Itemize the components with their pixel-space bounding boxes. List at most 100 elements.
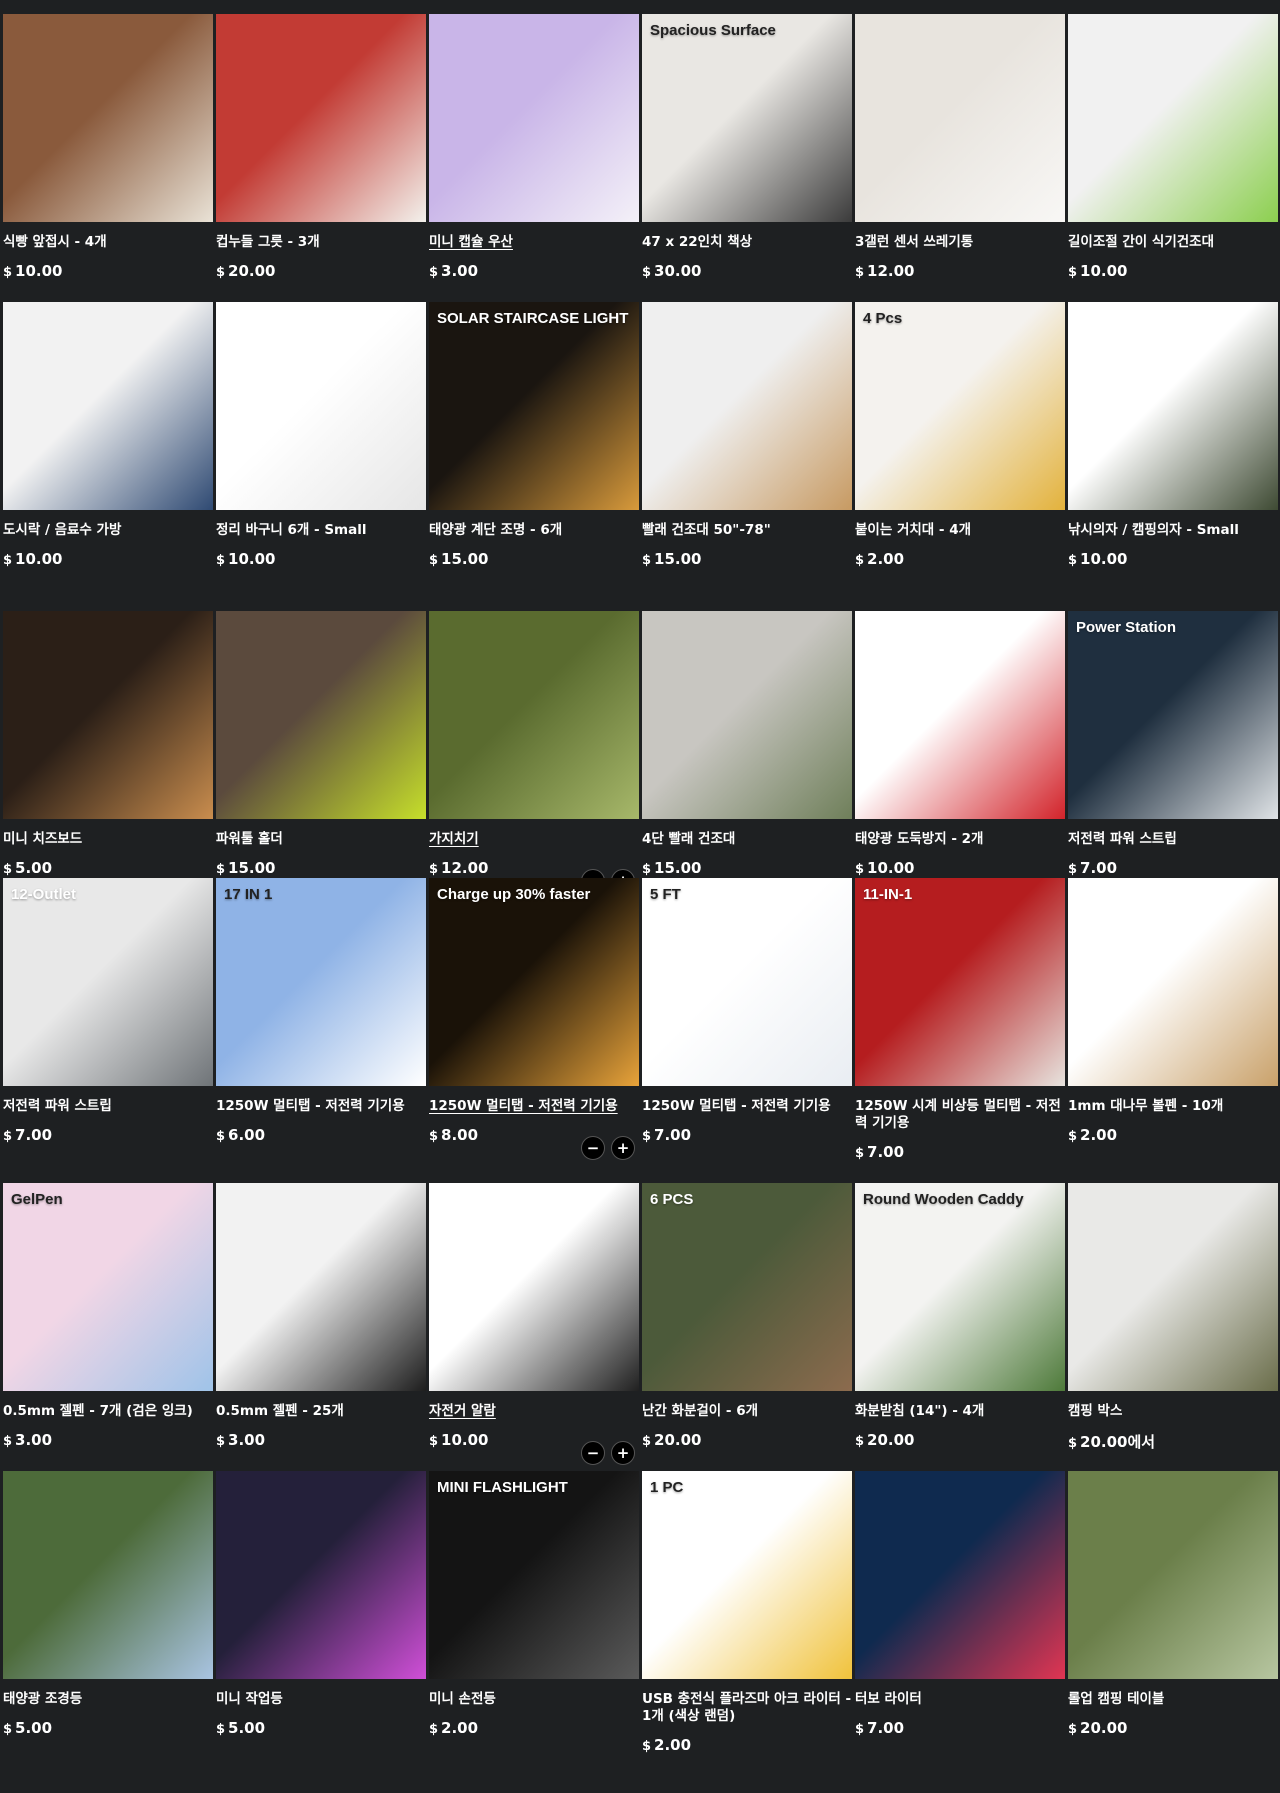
product-card[interactable]: 자전거 알람 $10.00 − +	[429, 1183, 639, 1465]
product-name[interactable]: 붙이는 거치대 - 4개	[855, 522, 1065, 539]
product-image[interactable]	[3, 14, 213, 222]
product-name[interactable]: 도시락 / 음료수 가방	[3, 522, 213, 539]
product-name[interactable]: 식빵 앞접시 - 4개	[3, 234, 213, 251]
plus-icon[interactable]: +	[611, 1136, 635, 1160]
product-card[interactable]: 5 FT 1250W 멀티탭 - 저전력 기기용 $7.00	[642, 878, 852, 1144]
product-image[interactable]	[3, 611, 213, 819]
product-name[interactable]: 1250W 멀티탭 - 저전력 기기용	[429, 1098, 639, 1115]
product-card[interactable]: 캠핑 박스 $20.00에서	[1068, 1183, 1278, 1452]
product-card[interactable]: 17 IN 1 1250W 멀티탭 - 저전력 기기용 $6.00	[216, 878, 426, 1144]
minus-icon[interactable]: −	[581, 1441, 605, 1465]
product-image[interactable]: 5 FT	[642, 878, 852, 1086]
product-name[interactable]: 캠핑 박스	[1068, 1403, 1278, 1420]
product-name[interactable]: 낚시의자 / 캠핑의자 - Small	[1068, 522, 1278, 539]
product-name[interactable]: 미니 치즈보드	[3, 831, 213, 848]
product-image[interactable]	[429, 14, 639, 222]
product-card[interactable]: 4 Pcs 붙이는 거치대 - 4개 $2.00	[855, 302, 1065, 568]
product-name[interactable]: 1250W 멀티탭 - 저전력 기기용	[642, 1098, 852, 1115]
product-name[interactable]: 47 x 22인치 책상	[642, 234, 852, 251]
product-name[interactable]: 4단 빨래 건조대	[642, 831, 852, 848]
product-name[interactable]: 태양광 조경등	[3, 1691, 213, 1708]
product-image[interactable]	[216, 302, 426, 510]
product-image[interactable]	[1068, 1471, 1278, 1679]
product-name[interactable]: 파워툴 홀더	[216, 831, 426, 848]
product-card[interactable]: 3갤런 센서 쓰레기통 $12.00	[855, 14, 1065, 280]
product-name[interactable]: 가지치기	[429, 831, 639, 848]
product-card[interactable]: 태양광 도둑방지 - 2개 $10.00	[855, 611, 1065, 877]
product-image[interactable]	[216, 1471, 426, 1679]
product-card[interactable]: Power Station 저전력 파워 스트립 $7.00	[1068, 611, 1278, 877]
product-image[interactable]: GelPen	[3, 1183, 213, 1391]
product-name[interactable]: 자전거 알람	[429, 1403, 639, 1420]
product-image[interactable]	[3, 1471, 213, 1679]
product-card[interactable]: 가지치기$12.00−+	[429, 611, 639, 893]
product-image[interactable]: 4 Pcs	[855, 302, 1065, 510]
product-card[interactable]: 12-Outlet 저전력 파워 스트립 $7.00	[3, 878, 213, 1144]
product-name[interactable]: 빨래 건조대 50"-78"	[642, 522, 852, 539]
product-image[interactable]: SOLAR STAIRCASE LIGHT	[429, 302, 639, 510]
product-name[interactable]: 3갤런 센서 쓰레기통	[855, 234, 1065, 251]
product-card[interactable]: Charge up 30% faster 1250W 멀티탭 - 저전력 기기용 $…	[429, 878, 639, 1160]
product-card[interactable]: 0.5mm 젤펜 - 25개 $3.00	[216, 1183, 426, 1449]
product-image[interactable]: 17 IN 1	[216, 878, 426, 1086]
product-card[interactable]: 태양광 조경등 $5.00	[3, 1471, 213, 1737]
product-card[interactable]: 6 PCS 난간 화분걸이 - 6개 $20.00	[642, 1183, 852, 1449]
product-image[interactable]: Round Wooden Caddy	[855, 1183, 1065, 1391]
product-name[interactable]: 1250W 시계 비상등 멀티탭 - 저전력 기기용	[855, 1098, 1065, 1132]
product-image[interactable]	[1068, 302, 1278, 510]
product-name[interactable]: 저전력 파워 스트립	[3, 1098, 213, 1115]
product-name[interactable]: 길이조절 간이 식기건조대	[1068, 234, 1278, 251]
product-image[interactable]	[216, 611, 426, 819]
product-name[interactable]: 미니 손전등	[429, 1691, 639, 1708]
product-card[interactable]: 터보 라이터 $7.00	[855, 1471, 1065, 1737]
product-card[interactable]: Spacious Surface 47 x 22인치 책상 $30.00	[642, 14, 852, 280]
product-name[interactable]: 1mm 대나무 볼펜 - 10개	[1068, 1098, 1278, 1115]
product-card[interactable]: MINI FLASHLIGHT 미니 손전등 $2.00	[429, 1471, 639, 1737]
product-image[interactable]	[642, 611, 852, 819]
product-image[interactable]: 6 PCS	[642, 1183, 852, 1391]
product-name[interactable]: 1250W 멀티탭 - 저전력 기기용	[216, 1098, 426, 1115]
product-card[interactable]: 빨래 건조대 50"-78" $15.00	[642, 302, 852, 568]
product-image[interactable]	[429, 611, 639, 819]
product-name[interactable]: 저전력 파워 스트립	[1068, 831, 1278, 848]
product-image[interactable]	[429, 1183, 639, 1391]
product-name[interactable]: 0.5mm 젤펜 - 7개 (검은 잉크)	[3, 1403, 213, 1420]
product-name[interactable]: 난간 화분걸이 - 6개	[642, 1403, 852, 1420]
product-card[interactable]: 미니 작업등 $5.00	[216, 1471, 426, 1737]
product-image[interactable]	[855, 1471, 1065, 1679]
product-name[interactable]: USB 충전식 플라즈마 아크 라이터 - 1개 (색상 랜덤)	[642, 1691, 852, 1725]
product-card[interactable]: 컵누들 그릇 - 3개 $20.00	[216, 14, 426, 280]
product-name[interactable]: 태양광 도둑방지 - 2개	[855, 831, 1065, 848]
product-name[interactable]: 정리 바구니 6개 - Small	[216, 522, 426, 539]
product-image[interactable]	[642, 302, 852, 510]
product-card[interactable]: 미니 캡슐 우산 $3.00	[429, 14, 639, 280]
product-image[interactable]	[3, 302, 213, 510]
product-card[interactable]: 낚시의자 / 캠핑의자 - Small $10.00	[1068, 302, 1278, 568]
product-card[interactable]: Round Wooden Caddy 화분받침 (14") - 4개 $20.00	[855, 1183, 1065, 1449]
product-image[interactable]: 11-IN-1	[855, 878, 1065, 1086]
product-image[interactable]: Power Station	[1068, 611, 1278, 819]
product-name[interactable]: 태양광 계단 조명 - 6개	[429, 522, 639, 539]
product-image[interactable]: 12-Outlet	[3, 878, 213, 1086]
product-card[interactable]: 11-IN-1 1250W 시계 비상등 멀티탭 - 저전력 기기용 $7.00	[855, 878, 1065, 1161]
product-card[interactable]: 1mm 대나무 볼펜 - 10개 $2.00	[1068, 878, 1278, 1144]
product-name[interactable]: 화분받침 (14") - 4개	[855, 1403, 1065, 1420]
product-image[interactable]	[1068, 14, 1278, 222]
product-card[interactable]: 4단 빨래 건조대 $15.00	[642, 611, 852, 877]
product-card[interactable]: 미니 치즈보드 $5.00	[3, 611, 213, 877]
product-card[interactable]: 식빵 앞접시 - 4개 $10.00	[3, 14, 213, 280]
product-image[interactable]	[216, 1183, 426, 1391]
product-image[interactable]	[216, 14, 426, 222]
product-card[interactable]: 롤업 캠핑 테이블 $20.00	[1068, 1471, 1278, 1737]
minus-icon[interactable]: −	[581, 1136, 605, 1160]
product-name[interactable]: 미니 캡슐 우산	[429, 234, 639, 251]
product-image[interactable]: 1 PC	[642, 1471, 852, 1679]
product-image[interactable]	[855, 14, 1065, 222]
product-card[interactable]: 정리 바구니 6개 - Small $10.00	[216, 302, 426, 568]
product-image[interactable]	[855, 611, 1065, 819]
product-card[interactable]: 도시락 / 음료수 가방 $10.00	[3, 302, 213, 568]
plus-icon[interactable]: +	[611, 1441, 635, 1465]
product-name[interactable]: 롤업 캠핑 테이블	[1068, 1691, 1278, 1708]
product-name[interactable]: 미니 작업등	[216, 1691, 426, 1708]
product-name[interactable]: 터보 라이터	[855, 1691, 1065, 1708]
